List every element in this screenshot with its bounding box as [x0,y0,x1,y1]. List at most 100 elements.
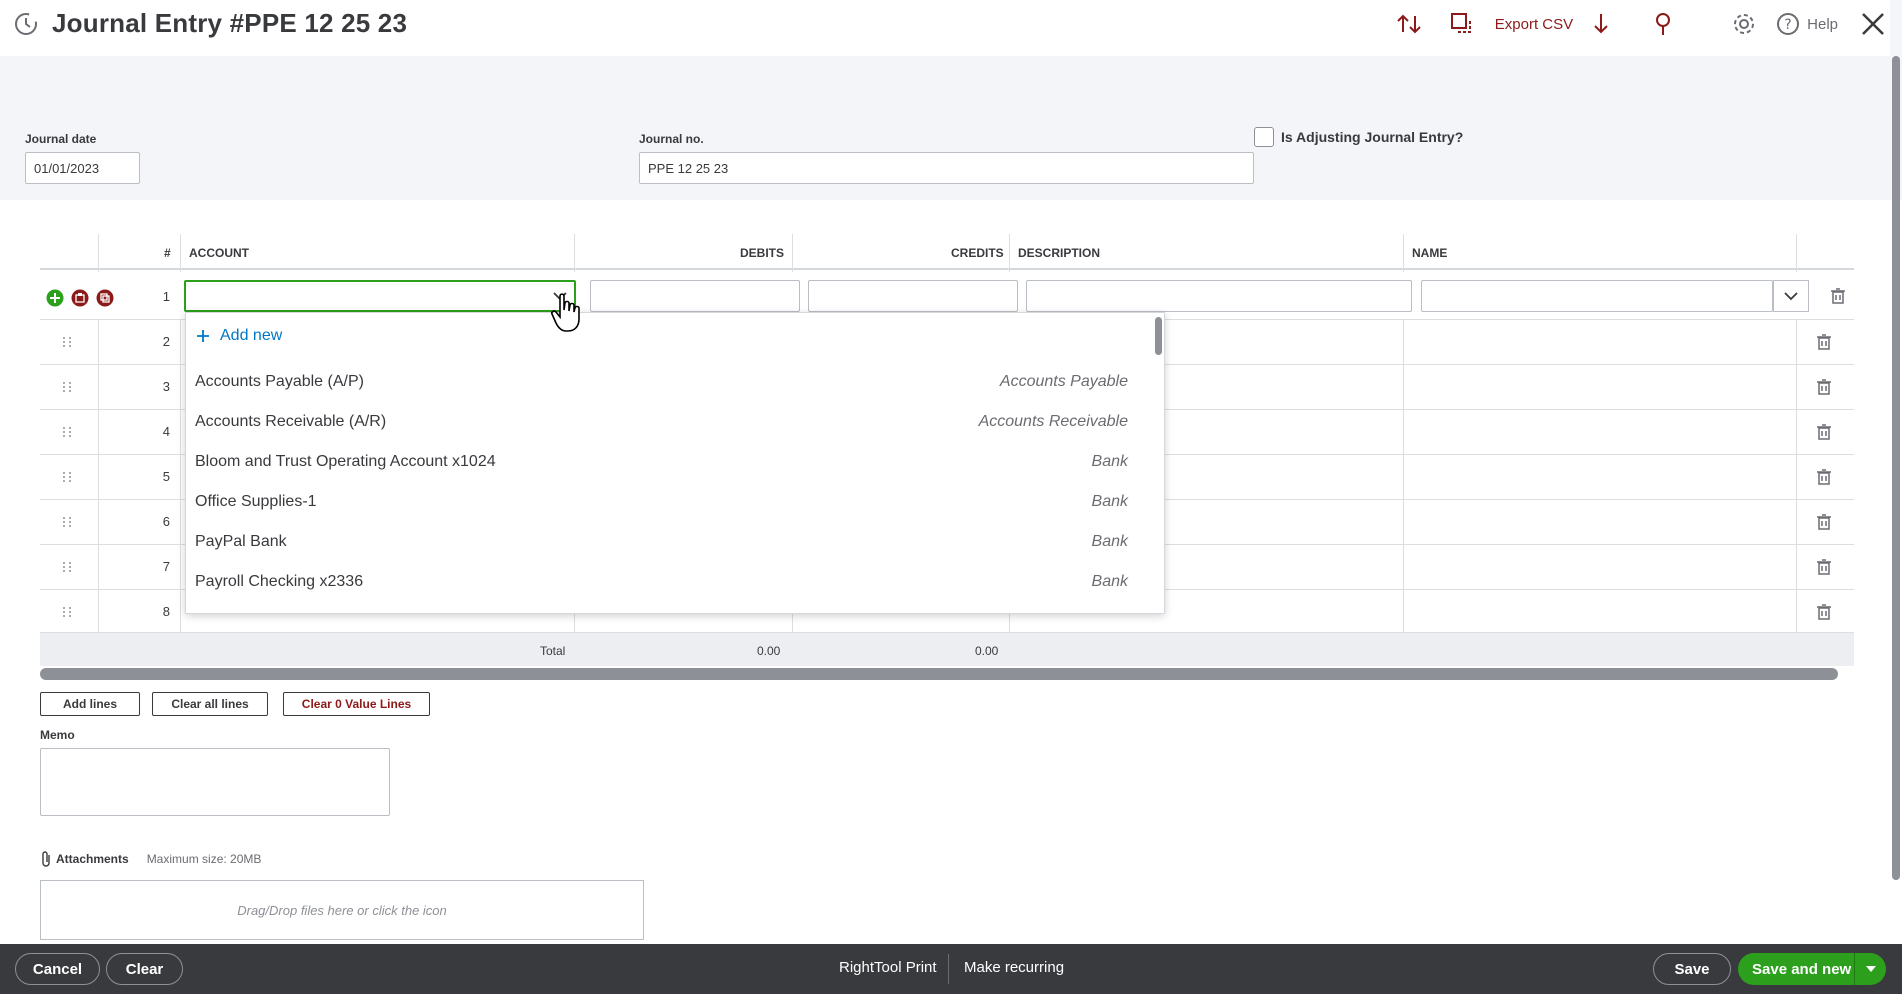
account-option[interactable]: Payroll Checking x2336 Bank [186,562,1146,602]
journal-no-input[interactable]: PPE 12 25 23 [639,152,1254,184]
name-input[interactable] [1421,280,1773,312]
account-option[interactable]: Office Supplies-1 Bank [186,482,1146,522]
memo-textarea[interactable] [40,748,390,816]
description-input[interactable] [1026,280,1412,312]
trash-icon[interactable] [1817,559,1831,575]
chevron-down-icon [1865,966,1876,972]
trash-icon[interactable] [1817,334,1831,350]
drag-icon[interactable] [61,381,73,393]
add-new-account-option[interactable]: Add new [196,327,282,345]
save-button[interactable]: Save [1653,953,1731,985]
cancel-button[interactable]: Cancel [15,953,100,985]
account-input[interactable] [184,280,576,312]
save-and-new-button[interactable]: Save and new [1738,953,1886,985]
drag-icon[interactable] [61,471,73,483]
close-button[interactable] [1860,11,1886,37]
download-button[interactable] [1591,11,1611,37]
account-option-name: Payroll Checking x2336 [195,573,364,590]
help-icon: ? [1777,13,1800,35]
paperclip-icon [42,851,50,867]
clear-all-lines-button[interactable]: Clear all lines [152,692,268,716]
paste-icon[interactable] [71,289,89,307]
account-option[interactable]: PayPal Bank Bank [186,522,1146,562]
pin-button[interactable] [1653,11,1673,37]
duplicate-icon[interactable] [96,289,114,307]
name-dropdown-button[interactable] [1773,280,1809,312]
page-vertical-scrollbar[interactable] [1892,56,1900,880]
drag-icon[interactable] [61,516,73,528]
drag-icon[interactable] [61,426,73,438]
account-option-type: Accounts Payable [999,373,1128,390]
download-icon [1594,14,1608,34]
footer-bar: Cancel Clear RightTool Print Make recurr… [0,944,1902,994]
account-option[interactable]: Accounts Payable (A/P) Accounts Payable [186,362,1146,402]
account-option-type: Bank [1091,453,1128,470]
total-label: Total [540,644,566,658]
pin-icon [1656,13,1671,35]
row-number: 4 [162,424,170,439]
account-dropdown-list[interactable]: Add new Accounts Payable (A/P) Accounts … [185,312,1165,614]
settings-button[interactable] [1731,11,1757,37]
journal-no-label: Journal no. [639,132,704,146]
export-csv-button[interactable]: Export CSV [1449,11,1573,37]
memo-label: Memo [40,728,75,742]
save-and-new-label: Save and new [1752,960,1852,978]
account-option-type: Bank [1091,493,1128,510]
total-row: Total 0.00 0.00 [40,632,1854,666]
trash-icon[interactable] [1817,514,1831,530]
journal-date-label: Journal date [25,132,97,146]
help-button[interactable]: ? Help [1775,11,1838,37]
clear-button[interactable]: Clear [106,953,183,985]
clear-zero-value-lines-button[interactable]: Clear 0 Value Lines [283,692,430,716]
attachments-max-size: Maximum size: 20MB [146,852,262,866]
drag-icon[interactable] [61,336,73,348]
journal-date-input[interactable]: 01/01/2023 [25,152,140,184]
drag-icon[interactable] [61,606,73,618]
attachments-label-wrap[interactable]: Attachments [40,850,129,868]
total-debits: 0.00 [757,644,781,658]
add-lines-button[interactable]: Add lines [40,692,140,716]
account-option[interactable]: Accounts Receivable (A/R) Accounts Recei… [186,402,1146,442]
dropdown-scrollbar[interactable] [1155,317,1162,355]
cursor-hand-icon [551,293,580,332]
make-recurring-button[interactable]: Make recurring [964,959,1064,976]
account-option-name: Office Supplies-1 [195,493,317,510]
account-option[interactable]: Bloom and Trust Operating Account x1024 … [186,442,1146,482]
svg-text:?: ? [1784,17,1791,33]
debit-input[interactable] [590,280,800,312]
trash-icon[interactable] [1817,604,1831,620]
title-wrap: Journal Entry #PPE 12 25 23 [12,8,407,39]
drag-icon[interactable] [61,561,73,573]
attachments-drop-zone[interactable]: Drag/Drop files here or click the icon [40,880,644,940]
horizontal-scrollbar[interactable] [40,668,1838,680]
history-icon[interactable] [12,10,40,38]
save-options-dropdown[interactable] [1854,953,1886,985]
add-row-icon[interactable] [46,289,64,307]
account-option-name: Bloom and Trust Operating Account x1024 [195,453,496,470]
close-icon [1862,13,1884,35]
adjusting-entry-checkbox[interactable] [1254,127,1274,147]
account-option-name: Accounts Receivable (A/R) [195,413,387,430]
trash-icon[interactable] [1831,288,1845,304]
account-option-name: PayPal Bank [195,533,287,550]
help-label: Help [1807,15,1838,33]
print-button[interactable]: RightTool Print [839,959,937,976]
trash-icon[interactable] [1817,469,1831,485]
plus-icon [197,330,209,342]
col-head-account: ACCOUNT [189,246,249,260]
drop-zone-text: Drag/Drop files here or click the icon [237,902,447,918]
col-head-description: DESCRIPTION [1018,246,1101,260]
trash-icon[interactable] [1817,379,1831,395]
trash-icon[interactable] [1817,424,1831,440]
attachments-label: Attachments [56,852,129,866]
credit-input[interactable] [808,280,1018,312]
total-credits: 0.00 [975,644,999,658]
sort-icon [1397,14,1421,34]
adjusting-entry-label: Is Adjusting Journal Entry? [1281,129,1464,145]
copy-icon [1450,13,1471,33]
row-number: 7 [162,559,170,574]
account-option-type: Accounts Receivable [978,413,1128,430]
sort-button[interactable] [1395,12,1423,36]
col-head-name: NAME [1412,246,1448,260]
account-option-name: Accounts Payable (A/P) [195,373,364,390]
